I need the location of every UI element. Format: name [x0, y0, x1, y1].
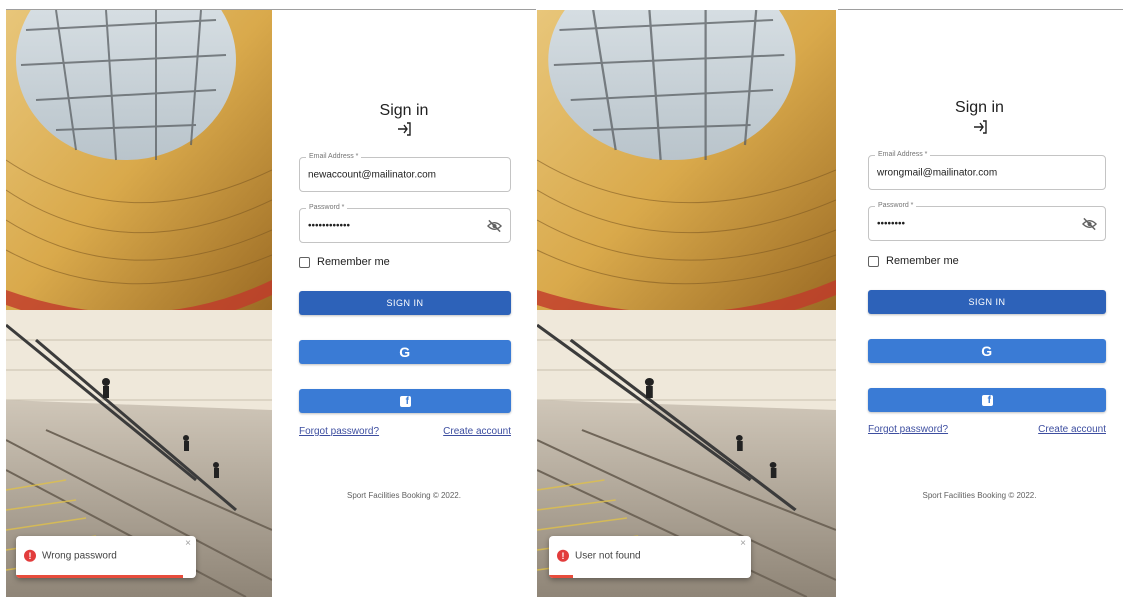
- toast-message: User not found: [575, 550, 641, 562]
- toast-progress-bar: [16, 575, 184, 578]
- facebook-icon-glyph: f: [987, 394, 992, 406]
- remember-checkbox[interactable]: [868, 255, 879, 267]
- signin-form: Sign in Email Address * newaccount@maili…: [272, 10, 536, 597]
- forgot-password-link[interactable]: Forgot password?: [868, 424, 948, 435]
- login-icon: [398, 122, 411, 136]
- account-links: Forgot password? Create account: [868, 424, 1106, 435]
- google-icon: G: [399, 344, 411, 360]
- remember-checkbox[interactable]: [299, 256, 310, 268]
- remember-label: Remember me: [886, 255, 959, 267]
- account-links: Forgot password? Create account: [299, 426, 511, 437]
- error-icon: !: [24, 549, 36, 562]
- close-icon[interactable]: ×: [185, 538, 191, 549]
- remember-me[interactable]: Remember me: [868, 255, 959, 267]
- error-toast: ! User not found ×: [549, 536, 751, 578]
- create-account-link[interactable]: Create account: [1038, 424, 1106, 435]
- toast-message: Wrong password: [42, 550, 117, 562]
- email-label: Email Address *: [306, 152, 362, 162]
- password-value: ••••••••••••: [308, 220, 351, 231]
- error-toast: ! Wrong password ×: [16, 536, 196, 578]
- password-value: ••••••••: [877, 218, 906, 229]
- facebook-sign-in-button[interactable]: f: [868, 388, 1106, 412]
- email-field[interactable]: Email Address * newaccount@mailinator.co…: [299, 152, 511, 192]
- sign-in-button[interactable]: SIGN IN: [299, 291, 511, 315]
- email-value: newaccount@mailinator.com: [308, 169, 436, 180]
- signin-title: Sign in: [955, 99, 1004, 116]
- facebook-icon: f: [981, 394, 993, 406]
- google-sign-in-button[interactable]: G: [868, 339, 1106, 363]
- password-label: Password *: [875, 201, 917, 211]
- facebook-sign-in-button[interactable]: f: [299, 389, 511, 413]
- sign-in-button[interactable]: SIGN IN: [868, 290, 1106, 314]
- facebook-icon-glyph: f: [405, 395, 410, 407]
- password-label: Password *: [306, 203, 348, 213]
- forgot-password-link[interactable]: Forgot password?: [299, 426, 379, 437]
- password-field[interactable]: Password * ••••••••••••: [299, 203, 511, 243]
- footer-copyright: Sport Facilities Booking © 2022.: [347, 491, 461, 500]
- remember-me[interactable]: Remember me: [299, 256, 390, 268]
- login-icon: [973, 120, 987, 134]
- email-value: wrongmail@mailinator.com: [877, 167, 998, 178]
- remember-label: Remember me: [317, 256, 390, 268]
- error-icon: !: [557, 549, 569, 562]
- signin-form: Sign in Email Address * wrongmail@mailin…: [836, 10, 1123, 597]
- close-icon[interactable]: ×: [740, 538, 746, 549]
- toast-progress-bar: [549, 575, 574, 578]
- background-photo: [537, 10, 836, 597]
- password-field[interactable]: Password * ••••••••: [868, 201, 1106, 241]
- background-photo: [6, 10, 272, 597]
- screen-right: Sign in Email Address * wrongmail@mailin…: [537, 10, 1123, 597]
- visibility-off-icon[interactable]: [487, 218, 502, 233]
- email-label: Email Address *: [875, 150, 931, 160]
- google-sign-in-button[interactable]: G: [299, 340, 511, 364]
- visibility-off-icon[interactable]: [1082, 216, 1097, 231]
- email-field[interactable]: Email Address * wrongmail@mailinator.com: [868, 150, 1106, 190]
- signin-title: Sign in: [379, 102, 429, 119]
- create-account-link[interactable]: Create account: [443, 426, 511, 437]
- google-icon: G: [981, 343, 993, 359]
- screen-left: Sign in Email Address * newaccount@maili…: [6, 10, 536, 597]
- footer-copyright: Sport Facilities Booking © 2022.: [922, 491, 1037, 500]
- facebook-icon: f: [399, 395, 411, 407]
